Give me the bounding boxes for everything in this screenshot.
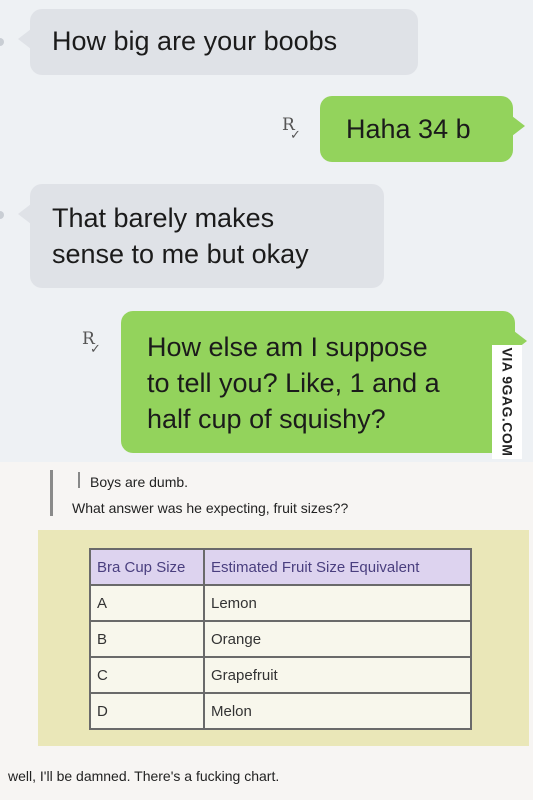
table-cell: Orange	[203, 620, 472, 658]
table-cell: B	[89, 620, 205, 658]
read-receipt-icon: R ✓	[82, 329, 101, 357]
table-row: C Grapefruit	[89, 656, 472, 694]
message-bubble-incoming: That barely makes sense to me but okay	[18, 184, 384, 288]
table-cell: Grapefruit	[203, 656, 472, 694]
column-header: Estimated Fruit Size Equivalent	[203, 548, 472, 586]
footer-comment: well, I'll be damned. There's a fucking …	[8, 768, 280, 784]
message-text-line: How else am I suppose	[147, 332, 428, 362]
fruit-chart-panel: Bra Cup Size Estimated Fruit Size Equiva…	[38, 530, 529, 746]
watermark-text: VIA 9GAG.COM	[499, 347, 515, 457]
table-header-row: Bra Cup Size Estimated Fruit Size Equiva…	[89, 548, 472, 586]
table-cell: C	[89, 656, 205, 694]
quote-bar	[50, 470, 53, 516]
avatar-dot	[0, 211, 4, 219]
column-header: Bra Cup Size	[89, 548, 205, 586]
table-row: A Lemon	[89, 584, 472, 622]
message-bubble-outgoing: Haha 34 b	[320, 96, 525, 162]
quoted-comment: Boys are dumb.	[90, 474, 189, 490]
watermark: VIA 9GAG.COM	[492, 345, 522, 459]
table-cell: Lemon	[203, 584, 472, 622]
message-text-line: to tell you? Like, 1 and a	[147, 368, 440, 398]
message-text-line: sense to me but okay	[52, 239, 309, 269]
table-cell: A	[89, 584, 205, 622]
message-bubble-incoming: How big are your boobs	[18, 9, 418, 75]
message-bubble-outgoing: How else am I suppose to tell you? Like,…	[121, 311, 527, 453]
chat-screenshot: How big are your boobs R ✓ Haha 34 b That…	[0, 0, 533, 462]
read-receipt-icon: R ✓	[282, 115, 301, 143]
bra-fruit-table: Bra Cup Size Estimated Fruit Size Equiva…	[89, 548, 472, 730]
table-row: D Melon	[89, 692, 472, 730]
avatar-dot	[0, 38, 4, 46]
table-cell: Melon	[203, 692, 472, 730]
quote-marker	[78, 472, 80, 488]
reply-comment: What answer was he expecting, fruit size…	[72, 500, 349, 516]
table-row: B Orange	[89, 620, 472, 658]
message-text-line: That barely makes	[52, 203, 275, 233]
table-cell: D	[89, 692, 205, 730]
message-text-line: half cup of squishy?	[147, 404, 386, 434]
message-text: How big are your boobs	[52, 26, 338, 56]
comment-post: Boys are dumb. What answer was he expect…	[0, 462, 533, 800]
message-text: Haha 34 b	[346, 114, 471, 144]
